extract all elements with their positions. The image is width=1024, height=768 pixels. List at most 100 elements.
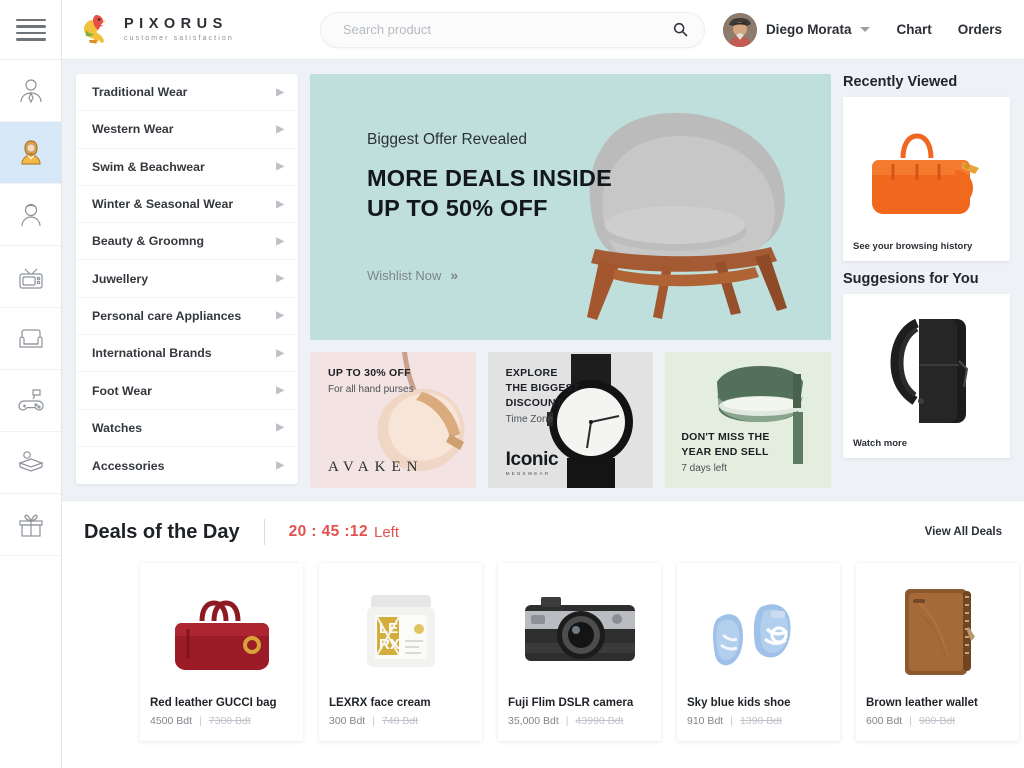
- deals-countdown-suffix: Left: [373, 523, 400, 541]
- deal-card[interactable]: LE RX LEXRX face cream 300 Bdt | 740 Bdt: [319, 563, 482, 741]
- search-icon[interactable]: [673, 22, 688, 37]
- category-item-jewellery[interactable]: Juwellery ▶: [76, 260, 298, 298]
- gamepad-icon: [15, 385, 47, 417]
- deals-of-the-day-section: Deals of the Day 20 : 45 :12 Left View A…: [62, 500, 1024, 768]
- hero-title-line2: UP TO 50% OFF: [367, 195, 548, 221]
- rail-item-books[interactable]: [0, 432, 61, 494]
- category-item-swim-beachwear[interactable]: Swim & Beachwear ▶: [76, 149, 298, 186]
- category-item-accessories[interactable]: Accessories ▶: [76, 447, 298, 484]
- search-wrapper: [319, 11, 705, 48]
- category-item-traditional-wear[interactable]: Traditional Wear ▶: [76, 74, 298, 112]
- brand-logo-block[interactable]: PIXORUS customer satisfaction: [76, 10, 234, 50]
- cream-jar-image: LE RX: [329, 575, 472, 687]
- deal-name: Red leather GUCCI bag: [150, 697, 277, 709]
- brand-iconic-sublabel: MENSWEAR: [505, 471, 551, 476]
- rail-item-kids[interactable]: [0, 184, 61, 246]
- view-all-deals-link[interactable]: View All Deals: [925, 526, 1002, 538]
- center-column: Biggest Offer Revealed MORE DEALS INSIDE…: [310, 74, 832, 488]
- rail-item-men[interactable]: [0, 60, 61, 122]
- user-menu[interactable]: Diego Morata: [722, 12, 871, 47]
- brand-iconic-label: Iconic: [505, 449, 559, 470]
- wishlist-now-label: Wishlist Now: [367, 267, 442, 283]
- rail-item-electronics[interactable]: [0, 246, 61, 308]
- price-separator: |: [199, 715, 202, 727]
- right-column: Recently Viewed See your browsing histor…: [843, 74, 1010, 458]
- recently-viewed-card[interactable]: See your browsing history: [843, 97, 1010, 261]
- search-input[interactable]: [342, 22, 673, 37]
- chevron-right-icon: ▶: [276, 161, 284, 173]
- deal-card[interactable]: Brown leather wallet 600 Bdt | 980 Bdt: [856, 563, 1019, 741]
- hamburger-icon: [15, 18, 46, 41]
- avatar: [722, 12, 757, 47]
- browsing-history-link[interactable]: See your browsing history: [853, 241, 1000, 252]
- deals-header: Deals of the Day 20 : 45 :12 Left View A…: [62, 519, 1024, 545]
- promo-head-line1: DON'T MISS THE: [681, 431, 770, 444]
- category-list: Traditional Wear ▶ Western Wear ▶ Swim &…: [76, 74, 298, 485]
- wishlist-now-button[interactable]: Wishlist Now »: [367, 267, 612, 283]
- category-item-western-wear[interactable]: Western Wear ▶: [76, 111, 298, 149]
- promo-sub: For all hand purses: [328, 383, 414, 395]
- deal-old-price: 7300 Bdt: [208, 715, 251, 727]
- category-item-watches[interactable]: Watches ▶: [76, 410, 298, 447]
- price-separator: |: [372, 715, 375, 727]
- promo-head-line1: EXPLORE: [505, 367, 558, 379]
- header-right: Diego Morata Chart Orders: [722, 12, 1002, 47]
- category-label: Foot Wear: [92, 383, 152, 398]
- brand-text: PIXORUS customer satisfaction: [124, 16, 234, 43]
- rail-item-gifts[interactable]: [0, 494, 61, 556]
- deal-prices: 910 Bdt | 1390 Bdt: [687, 715, 830, 727]
- deal-card[interactable]: Sky blue kids shoe 910 Bdt | 1390 Bdt: [677, 563, 840, 741]
- hamburger-menu-button[interactable]: [0, 0, 61, 60]
- promo-head-line3: DISCOUNT: [505, 396, 563, 409]
- left-rail: [0, 0, 62, 768]
- category-label: Accessories: [92, 458, 165, 473]
- chevron-right-icon: ▶: [276, 347, 284, 359]
- kids-shoe-image: [687, 575, 830, 687]
- category-item-beauty-grooming[interactable]: Beauty & Groomng ▶: [76, 223, 298, 261]
- search-box[interactable]: [319, 11, 705, 48]
- deal-prices: 600 Bdt | 980 Bdt: [866, 715, 1009, 727]
- watch-more-link[interactable]: Watch more: [853, 438, 1000, 449]
- rail-item-furniture[interactable]: [0, 308, 61, 370]
- promo-card-purses[interactable]: UP TO 30% OFF For all hand purses AVAKEN: [310, 352, 476, 488]
- deal-card[interactable]: Fuji Flim DSLR camera 35,000 Bdt | 43990…: [498, 563, 661, 741]
- suggestions-card[interactable]: Watch more: [843, 294, 1010, 458]
- rail-item-gaming[interactable]: [0, 370, 61, 432]
- chevron-down-icon[interactable]: [860, 27, 871, 32]
- promo-card-year-end-sale[interactable]: DON'T MISS THE YEAR END SELL 7 days left: [665, 352, 832, 488]
- deal-prices: 4500 Bdt | 7300 Bdt: [150, 715, 293, 727]
- app-root: PIXORUS customer satisfaction Search pro…: [0, 0, 1024, 768]
- category-item-winter-seasonal-wear[interactable]: Winter & Seasonal Wear ▶: [76, 186, 298, 224]
- category-label: International Brands: [92, 346, 212, 361]
- promo-brand: Iconic MENSWEAR: [506, 450, 559, 476]
- nav-link-orders[interactable]: Orders: [958, 22, 1002, 37]
- brown-wallet-image: [866, 575, 1009, 687]
- woman-icon: [15, 137, 47, 169]
- camera-image: [508, 575, 651, 687]
- user-name: Diego Morata: [765, 22, 852, 37]
- rail-item-women[interactable]: [0, 122, 61, 184]
- hero-copy: Biggest Offer Revealed MORE DEALS INSIDE…: [310, 131, 612, 283]
- books-icon: [15, 447, 47, 479]
- nav-link-chart[interactable]: Chart: [896, 22, 931, 37]
- chevron-right-icon: ▶: [276, 422, 284, 434]
- double-chevron-right-icon: »: [450, 267, 459, 284]
- black-backpack-image: [853, 304, 1000, 434]
- category-item-foot-wear[interactable]: Foot Wear ▶: [76, 372, 298, 410]
- top-header: PIXORUS customer satisfaction Search pro…: [62, 0, 1024, 60]
- category-label: Winter & Seasonal Wear: [92, 197, 234, 212]
- tv-icon: [15, 261, 47, 293]
- promo-card-watches[interactable]: EXPLORE THE BIGGEST DISCOUNT Time Zone I…: [487, 352, 654, 488]
- deal-prices: 35,000 Bdt | 43990 Bdt: [508, 715, 651, 727]
- suggestions-title: Suggesions for You: [843, 271, 979, 287]
- category-item-international-brands[interactable]: International Brands ▶: [76, 335, 298, 373]
- category-item-personal-care-appliances[interactable]: Personal care Appliances ▶: [76, 298, 298, 336]
- recently-viewed-title: Recently Viewed: [843, 74, 958, 90]
- category-label: Personal care Appliances: [92, 308, 242, 323]
- deal-price: 4500 Bdt: [150, 715, 193, 727]
- gift-icon: [15, 509, 47, 541]
- hero-banner[interactable]: Biggest Offer Revealed MORE DEALS INSIDE…: [310, 74, 831, 340]
- deal-card[interactable]: Red leather GUCCI bag 4500 Bdt | 7300 Bd…: [140, 563, 303, 741]
- deal-price: 300 Bdt: [329, 715, 366, 727]
- suggestions-panel: Suggesions for You Watch more: [843, 271, 1010, 458]
